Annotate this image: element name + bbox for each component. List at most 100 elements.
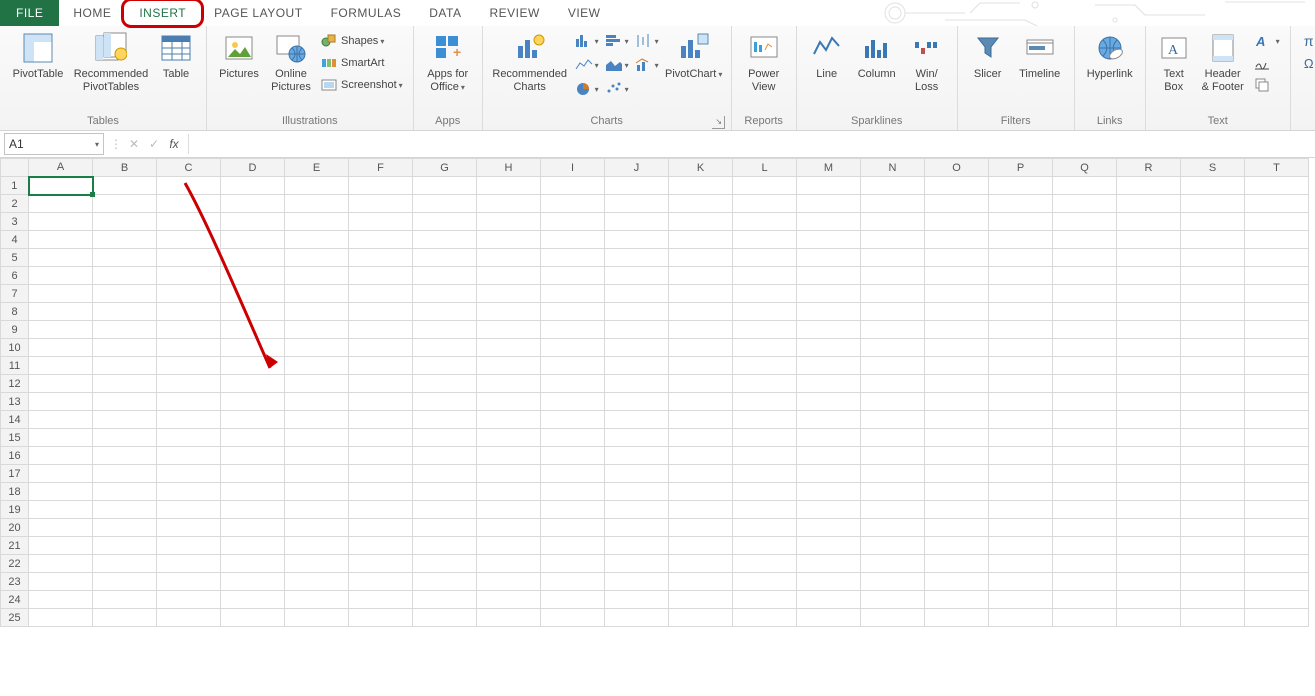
cell[interactable]	[1181, 519, 1245, 537]
cell[interactable]	[1181, 591, 1245, 609]
row-header[interactable]: 9	[1, 321, 29, 339]
cell[interactable]	[669, 429, 733, 447]
cell[interactable]	[29, 267, 93, 285]
cell[interactable]	[1245, 249, 1309, 267]
cell[interactable]	[413, 447, 477, 465]
cell[interactable]	[989, 501, 1053, 519]
cell[interactable]	[925, 285, 989, 303]
cell[interactable]	[989, 195, 1053, 213]
cell[interactable]	[285, 429, 349, 447]
cell[interactable]	[29, 321, 93, 339]
row-header[interactable]: 23	[1, 573, 29, 591]
cell[interactable]	[1117, 357, 1181, 375]
cell[interactable]	[733, 591, 797, 609]
cell[interactable]	[1053, 591, 1117, 609]
pictures-button[interactable]: Pictures	[213, 28, 265, 81]
cell[interactable]	[29, 501, 93, 519]
cell[interactable]	[925, 483, 989, 501]
cell[interactable]	[541, 321, 605, 339]
cell[interactable]	[797, 591, 861, 609]
cell[interactable]	[157, 375, 221, 393]
cell[interactable]	[541, 609, 605, 627]
cell[interactable]	[733, 231, 797, 249]
area-chart-button[interactable]	[603, 54, 631, 76]
cell[interactable]	[413, 519, 477, 537]
cell[interactable]	[1181, 429, 1245, 447]
cell[interactable]	[29, 375, 93, 393]
cell[interactable]	[349, 249, 413, 267]
column-header[interactable]: L	[733, 159, 797, 177]
cell[interactable]	[1053, 231, 1117, 249]
cell[interactable]	[1117, 321, 1181, 339]
cell[interactable]	[1117, 177, 1181, 195]
cell[interactable]	[669, 555, 733, 573]
cell[interactable]	[1117, 519, 1181, 537]
cell[interactable]	[1181, 411, 1245, 429]
cell[interactable]	[797, 177, 861, 195]
cell[interactable]	[1117, 195, 1181, 213]
cell[interactable]	[221, 465, 285, 483]
cell[interactable]	[93, 339, 157, 357]
cell[interactable]	[1053, 357, 1117, 375]
cell[interactable]	[29, 231, 93, 249]
cell[interactable]	[93, 177, 157, 195]
cell[interactable]	[413, 483, 477, 501]
pivottable-button[interactable]: PivotTable	[6, 28, 70, 81]
cell[interactable]	[797, 555, 861, 573]
sparkline-line-button[interactable]: Line	[803, 28, 851, 81]
enter-formula-button[interactable]: ✓	[144, 134, 164, 154]
cell[interactable]	[1245, 393, 1309, 411]
cell[interactable]	[29, 591, 93, 609]
row-header[interactable]: 16	[1, 447, 29, 465]
cell[interactable]	[797, 303, 861, 321]
cell[interactable]	[1117, 411, 1181, 429]
sparkline-column-button[interactable]: Column	[851, 28, 903, 81]
cell[interactable]	[989, 609, 1053, 627]
row-header[interactable]: 17	[1, 465, 29, 483]
cell[interactable]	[989, 591, 1053, 609]
cell[interactable]	[733, 321, 797, 339]
cell[interactable]	[1181, 501, 1245, 519]
cell[interactable]	[797, 447, 861, 465]
cell[interactable]	[797, 483, 861, 501]
cell[interactable]	[861, 447, 925, 465]
cell[interactable]	[1053, 375, 1117, 393]
cell[interactable]	[1245, 285, 1309, 303]
cell[interactable]	[605, 537, 669, 555]
cell[interactable]	[669, 483, 733, 501]
cell[interactable]	[1053, 213, 1117, 231]
cell[interactable]	[989, 375, 1053, 393]
cell[interactable]	[477, 591, 541, 609]
cell[interactable]	[1245, 429, 1309, 447]
cell[interactable]	[861, 303, 925, 321]
cell[interactable]	[1245, 303, 1309, 321]
cell[interactable]	[157, 249, 221, 267]
table-button[interactable]: Table	[152, 28, 200, 81]
cell[interactable]	[861, 375, 925, 393]
cell[interactable]	[669, 339, 733, 357]
cell[interactable]	[1053, 447, 1117, 465]
column-header[interactable]: H	[477, 159, 541, 177]
cell[interactable]	[989, 465, 1053, 483]
column-header[interactable]: B	[93, 159, 157, 177]
cell[interactable]	[733, 285, 797, 303]
cell[interactable]	[733, 447, 797, 465]
cell[interactable]	[861, 177, 925, 195]
cell[interactable]	[925, 303, 989, 321]
cell[interactable]	[413, 303, 477, 321]
cell[interactable]	[157, 591, 221, 609]
cell[interactable]	[221, 321, 285, 339]
cell[interactable]	[541, 411, 605, 429]
cell[interactable]	[413, 267, 477, 285]
cell[interactable]	[349, 339, 413, 357]
cell[interactable]	[989, 483, 1053, 501]
cell[interactable]	[1245, 465, 1309, 483]
column-header[interactable]: G	[413, 159, 477, 177]
cell[interactable]	[93, 267, 157, 285]
cell[interactable]	[221, 267, 285, 285]
cell[interactable]	[477, 375, 541, 393]
cell[interactable]	[925, 429, 989, 447]
cell[interactable]	[861, 465, 925, 483]
cell[interactable]	[157, 519, 221, 537]
cell[interactable]	[285, 339, 349, 357]
